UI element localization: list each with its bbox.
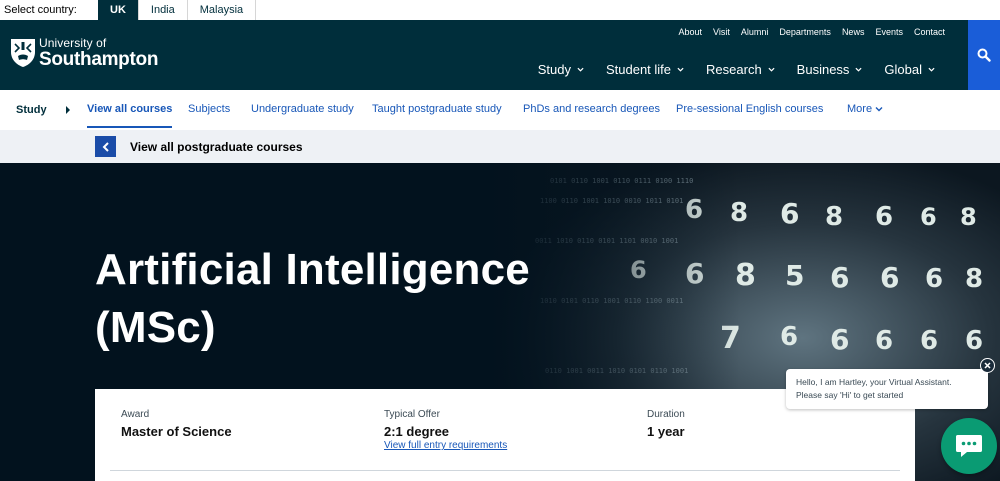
main-nav-label: Student life — [605, 62, 672, 77]
chevron-down-icon — [577, 67, 584, 72]
utility-nav: About Visit Alumni Departments News Even… — [679, 27, 945, 37]
chat-launcher-button[interactable] — [941, 418, 997, 474]
typical-offer-value: 2:1 degree — [384, 424, 450, 439]
country-tab-malaysia[interactable]: Malaysia — [188, 0, 257, 20]
virtual-assistant-message[interactable]: Hello, I am Hartley, your Virtual Assist… — [786, 369, 988, 409]
main-nav-label: Global — [884, 62, 922, 77]
section-nav-more[interactable]: More — [847, 103, 883, 115]
page-title: Artificial Intelligence (MSc) — [95, 241, 530, 357]
logo-text-line1: University of — [39, 36, 107, 50]
logo-text-line2: Southampton — [39, 49, 159, 70]
section-nav-subjects[interactable]: Subjects — [188, 103, 230, 115]
divider — [110, 470, 900, 471]
utility-link-alumni[interactable]: Alumni — [741, 27, 769, 37]
main-nav: Study Student life Research Business Glo… — [538, 62, 935, 77]
chevron-down-icon — [768, 67, 775, 72]
back-bar: View all postgraduate courses — [0, 130, 1000, 163]
typical-offer-field: Typical Offer 2:1 degree View full entry… — [384, 409, 507, 451]
main-nav-student-life[interactable]: Student life — [606, 62, 684, 77]
section-nav: Study View all courses Subjects Undergra… — [0, 90, 1000, 130]
utility-link-visit[interactable]: Visit — [713, 27, 730, 37]
award-label: Award — [121, 409, 150, 420]
chevron-down-icon — [875, 107, 883, 112]
main-nav-label: Research — [706, 62, 762, 77]
chat-close-button[interactable] — [980, 358, 995, 373]
back-link-label[interactable]: View all postgraduate courses — [130, 140, 303, 154]
main-nav-label: Study — [537, 62, 571, 77]
duration-value: 1 year — [647, 424, 685, 439]
section-nav-undergraduate[interactable]: Undergraduate study — [251, 103, 354, 115]
section-nav-taught-postgraduate[interactable]: Taught postgraduate study — [372, 103, 502, 115]
section-nav-title[interactable]: Study — [16, 104, 47, 116]
main-nav-label: Business — [796, 62, 850, 77]
award-field: Award Master of Science — [121, 409, 232, 439]
close-icon — [984, 362, 991, 369]
chevron-down-icon — [928, 67, 935, 72]
country-tab-uk[interactable]: UK — [98, 0, 139, 20]
chat-icon — [956, 435, 982, 457]
site-header: University of Southampton About Visit Al… — [0, 20, 1000, 90]
main-nav-study[interactable]: Study — [538, 62, 584, 77]
duration-field: Duration 1 year — [647, 409, 685, 439]
main-nav-business[interactable]: Business — [797, 62, 863, 77]
duration-label: Duration — [647, 409, 685, 420]
page-title-line2: (MSc) — [95, 303, 216, 352]
chevron-left-icon — [102, 141, 109, 152]
entry-requirements-link[interactable]: View full entry requirements — [384, 440, 507, 451]
caret-right-icon — [66, 106, 70, 114]
country-tab-india[interactable]: India — [139, 0, 188, 20]
chevron-down-icon — [677, 67, 684, 72]
chevron-down-icon — [855, 67, 862, 72]
main-nav-global[interactable]: Global — [884, 62, 935, 77]
typical-offer-label: Typical Offer — [384, 409, 440, 420]
utility-link-departments[interactable]: Departments — [779, 27, 831, 37]
utility-link-about[interactable]: About — [679, 27, 703, 37]
main-nav-research[interactable]: Research — [706, 62, 775, 77]
utility-link-events[interactable]: Events — [875, 27, 903, 37]
search-icon — [977, 48, 991, 62]
more-label: More — [847, 103, 873, 115]
utility-link-news[interactable]: News — [842, 27, 865, 37]
award-value: Master of Science — [121, 424, 232, 439]
search-button[interactable] — [968, 20, 1000, 90]
section-nav-phds[interactable]: PhDs and research degrees — [523, 103, 660, 115]
crest-icon — [11, 39, 35, 67]
section-nav-presessional-english[interactable]: Pre-sessional English courses — [676, 103, 823, 115]
country-selector: Select country: UK India Malaysia — [0, 0, 1000, 20]
utility-link-contact[interactable]: Contact — [914, 27, 945, 37]
back-button[interactable] — [95, 136, 116, 157]
page-title-line1: Artificial Intelligence — [95, 245, 530, 294]
section-nav-view-all-courses[interactable]: View all courses — [87, 103, 173, 128]
country-selector-label: Select country: — [4, 4, 77, 16]
university-logo[interactable]: University of Southampton — [10, 37, 158, 69]
